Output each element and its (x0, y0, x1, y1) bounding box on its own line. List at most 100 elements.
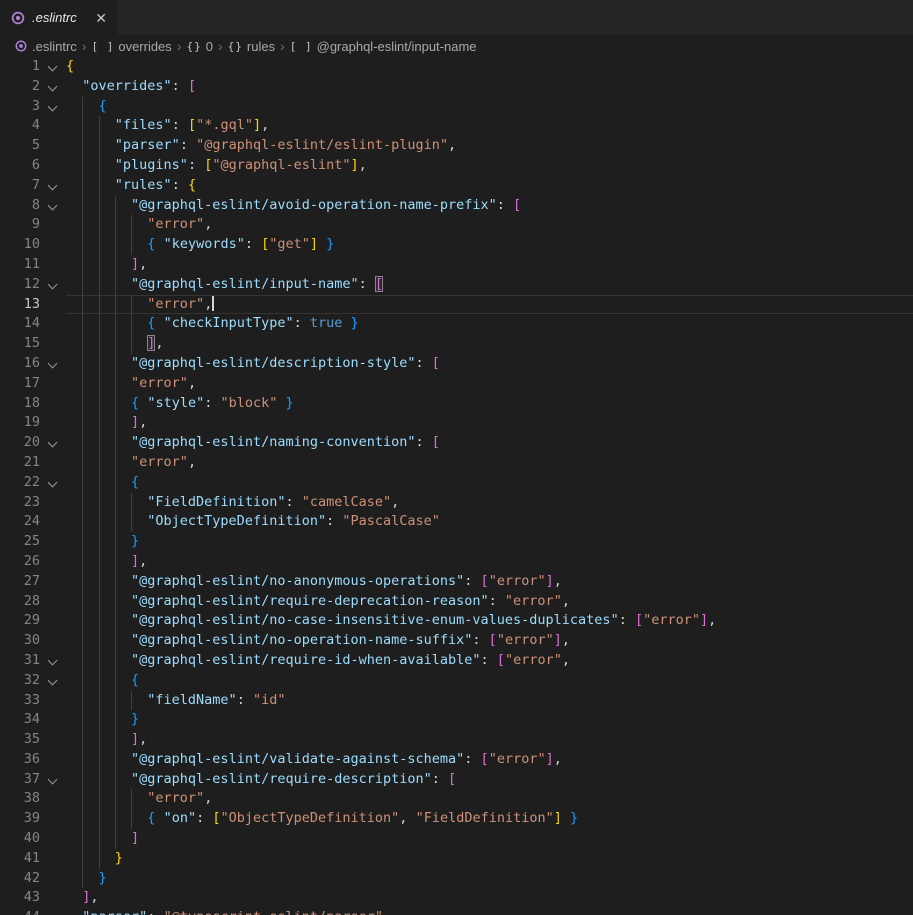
code-line[interactable]: 41 } (0, 849, 913, 869)
line-number[interactable]: 19 (0, 413, 40, 433)
line-number[interactable]: 15 (0, 334, 40, 354)
code-line[interactable]: 14 { "checkInputType": true } (0, 314, 913, 334)
code-line[interactable]: 42 } (0, 869, 913, 889)
code-line-content[interactable]: "rules": { (66, 176, 913, 196)
code-line-content[interactable]: } (66, 532, 913, 552)
code-line-content[interactable]: { "keywords": ["get"] } (66, 235, 913, 255)
code-line-content[interactable]: "error", (66, 453, 913, 473)
code-line-content[interactable]: "@graphql-eslint/require-id-when-availab… (66, 651, 913, 671)
code-line-content[interactable]: "error", (66, 789, 913, 809)
line-number[interactable]: 36 (0, 750, 40, 770)
code-line[interactable]: 17 "error", (0, 374, 913, 394)
code-line-content[interactable]: "fieldName": "id" (66, 691, 913, 711)
line-number[interactable]: 33 (0, 691, 40, 711)
code-line-content[interactable]: "plugins": ["@graphql-eslint"], (66, 156, 913, 176)
fold-icon[interactable] (40, 176, 66, 196)
line-number[interactable]: 34 (0, 710, 40, 730)
code-line[interactable]: 13 "error", (0, 295, 913, 315)
code-line[interactable]: 2 "overrides": [ (0, 77, 913, 97)
code-line-content[interactable]: } (66, 869, 913, 889)
code-line-content[interactable]: { "style": "block" } (66, 394, 913, 414)
code-line[interactable]: 11 ], (0, 255, 913, 275)
code-line[interactable]: 26 ], (0, 552, 913, 572)
code-line-content[interactable]: "overrides": [ (66, 77, 913, 97)
line-number[interactable]: 8 (0, 196, 40, 216)
line-number[interactable]: 7 (0, 176, 40, 196)
fold-icon[interactable] (40, 473, 66, 493)
line-number[interactable]: 26 (0, 552, 40, 572)
tab-eslintrc[interactable]: .eslintrc ✕ (0, 0, 118, 35)
line-number[interactable]: 43 (0, 888, 40, 908)
fold-icon[interactable] (40, 671, 66, 691)
fold-icon[interactable] (40, 57, 66, 77)
fold-icon[interactable] (40, 651, 66, 671)
fold-icon[interactable] (40, 433, 66, 453)
close-icon[interactable]: ✕ (92, 10, 110, 26)
code-line[interactable]: 30 "@graphql-eslint/no-operation-name-su… (0, 631, 913, 651)
line-number[interactable]: 30 (0, 631, 40, 651)
code-line-content[interactable]: "parser": "@typescript-eslint/parser" (66, 908, 913, 915)
code-line-content[interactable]: ], (66, 413, 913, 433)
code-line[interactable]: 35 ], (0, 730, 913, 750)
code-line[interactable]: 32 { (0, 671, 913, 691)
line-number[interactable]: 23 (0, 493, 40, 513)
code-line-content[interactable]: "@graphql-eslint/avoid-operation-name-pr… (66, 196, 913, 216)
code-line[interactable]: 24 "ObjectTypeDefinition": "PascalCase" (0, 512, 913, 532)
code-line[interactable]: 12 "@graphql-eslint/input-name": [ (0, 275, 913, 295)
code-line-content[interactable]: "ObjectTypeDefinition": "PascalCase" (66, 512, 913, 532)
code-line[interactable]: 31 "@graphql-eslint/require-id-when-avai… (0, 651, 913, 671)
fold-icon[interactable] (40, 275, 66, 295)
code-line-content[interactable]: { (66, 473, 913, 493)
code-line[interactable]: 38 "error", (0, 789, 913, 809)
code-line-content[interactable]: { "on": ["ObjectTypeDefinition", "FieldD… (66, 809, 913, 829)
code-line[interactable]: 15 ], (0, 334, 913, 354)
code-line[interactable]: 23 "FieldDefinition": "camelCase", (0, 493, 913, 513)
code-line-content[interactable]: { (66, 97, 913, 117)
code-line-content[interactable]: "@graphql-eslint/input-name": [ (66, 275, 913, 295)
code-line-content[interactable]: "@graphql-eslint/no-anonymous-operations… (66, 572, 913, 592)
line-number[interactable]: 28 (0, 592, 40, 612)
line-number[interactable]: 18 (0, 394, 40, 414)
line-number[interactable]: 14 (0, 314, 40, 334)
line-number[interactable]: 10 (0, 235, 40, 255)
code-line-content[interactable]: "parser": "@graphql-eslint/eslint-plugin… (66, 136, 913, 156)
line-number[interactable]: 11 (0, 255, 40, 275)
line-number[interactable]: 44 (0, 908, 40, 915)
fold-icon[interactable] (40, 196, 66, 216)
code-line[interactable]: 27 "@graphql-eslint/no-anonymous-operati… (0, 572, 913, 592)
line-number[interactable]: 40 (0, 829, 40, 849)
line-number[interactable]: 3 (0, 97, 40, 117)
code-line-content[interactable]: "@graphql-eslint/no-operation-name-suffi… (66, 631, 913, 651)
code-line-content[interactable]: { (66, 57, 913, 77)
fold-icon[interactable] (40, 770, 66, 790)
code-line[interactable]: 20 "@graphql-eslint/naming-convention": … (0, 433, 913, 453)
code-line[interactable]: 29 "@graphql-eslint/no-case-insensitive-… (0, 611, 913, 631)
breadcrumb-item-rules[interactable]: {}rules (228, 39, 275, 54)
code-line-content[interactable]: ], (66, 334, 913, 354)
line-number[interactable]: 6 (0, 156, 40, 176)
code-line-content[interactable]: { "checkInputType": true } (66, 314, 913, 334)
code-line[interactable]: 19 ], (0, 413, 913, 433)
code-line[interactable]: 21 "error", (0, 453, 913, 473)
line-number[interactable]: 25 (0, 532, 40, 552)
code-line-content[interactable]: "files": ["*.gql"], (66, 116, 913, 136)
code-line-content[interactable]: ], (66, 255, 913, 275)
code-line-content[interactable]: "@graphql-eslint/require-deprecation-rea… (66, 592, 913, 612)
code-line-content[interactable]: "error", (66, 295, 913, 315)
code-line[interactable]: 16 "@graphql-eslint/description-style": … (0, 354, 913, 374)
breadcrumb-item-overrides[interactable]: [ ]overrides (91, 39, 171, 54)
code-line-content[interactable]: ], (66, 888, 913, 908)
line-number[interactable]: 32 (0, 671, 40, 691)
line-number[interactable]: 31 (0, 651, 40, 671)
code-line[interactable]: 34 } (0, 710, 913, 730)
code-line-content[interactable]: "@graphql-eslint/description-style": [ (66, 354, 913, 374)
code-line-content[interactable]: } (66, 849, 913, 869)
fold-icon[interactable] (40, 77, 66, 97)
line-number[interactable]: 29 (0, 611, 40, 631)
line-number[interactable]: 4 (0, 116, 40, 136)
code-line[interactable]: 40 ] (0, 829, 913, 849)
line-number[interactable]: 39 (0, 809, 40, 829)
line-number[interactable]: 24 (0, 512, 40, 532)
code-line-content[interactable]: ], (66, 552, 913, 572)
code-line[interactable]: 43 ], (0, 888, 913, 908)
